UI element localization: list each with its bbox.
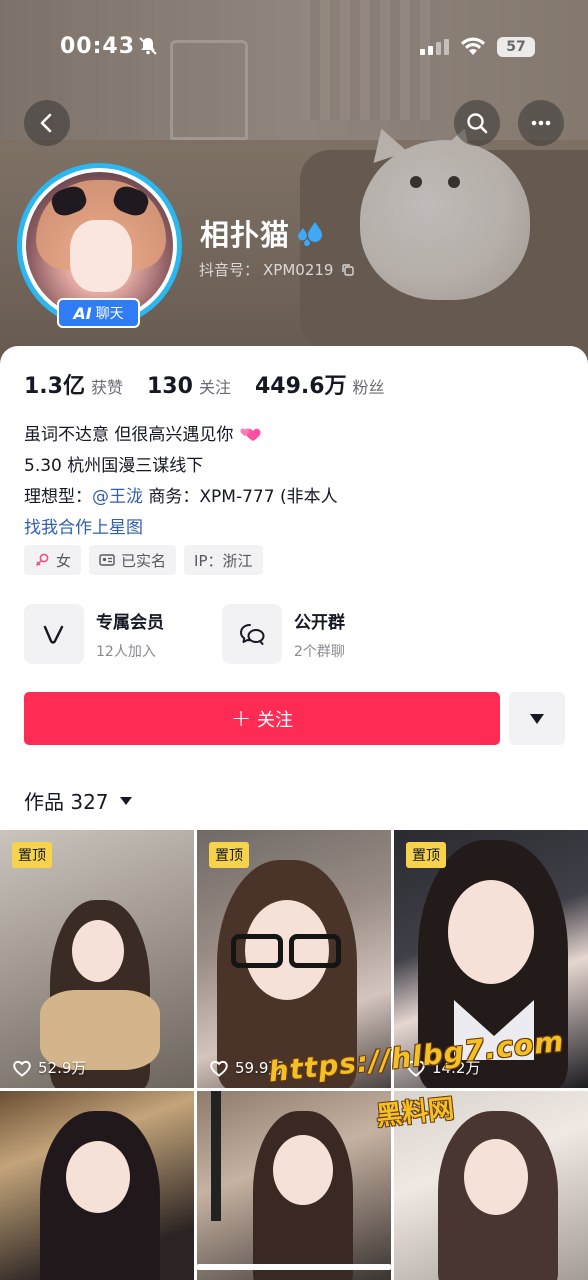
account-id-row: 抖音号： XPM0219 xyxy=(199,259,355,280)
tag-verified: 已实名 xyxy=(89,545,177,575)
stat-followers[interactable]: 449.6万 粉丝 xyxy=(255,368,385,400)
bio-line-3-prefix: 理想型： xyxy=(24,487,92,507)
ai-badge-label: 聊天 xyxy=(95,306,124,322)
more-options-button[interactable] xyxy=(518,100,564,146)
heart-outline-icon xyxy=(13,1060,31,1077)
like-count: 52.9万 xyxy=(12,1057,86,1078)
stat-value: 1.3亿 xyxy=(24,374,85,399)
search-icon xyxy=(467,113,488,134)
tag-label: IP：浙江 xyxy=(194,551,253,570)
vip-v-icon xyxy=(43,625,64,644)
follow-button[interactable]: + 关注 xyxy=(24,692,500,745)
star-map-link[interactable]: 找我合作上星图 xyxy=(24,513,338,544)
more-dots-icon xyxy=(531,120,551,126)
caret-down-icon xyxy=(119,796,132,805)
feature-title: 专属会员 xyxy=(96,612,164,633)
public-group-entry[interactable]: 公开群 2个群聊 xyxy=(222,604,345,664)
account-id: XPM0219 xyxy=(263,260,334,279)
stat-value: 449.6万 xyxy=(254,374,347,399)
mute-bell-icon xyxy=(139,37,157,55)
id-card-icon xyxy=(99,554,115,566)
stat-label: 关注 xyxy=(198,378,231,397)
tag-ip-location: IP：浙江 xyxy=(184,545,263,575)
profile-tags: 女 已实名 IP：浙江 xyxy=(24,545,263,575)
bio-mention-link[interactable]: @王泷 xyxy=(92,487,143,507)
caret-down-icon xyxy=(530,713,544,724)
sweat-droplets-icon xyxy=(298,222,322,246)
feature-subtitle: 2个群聊 xyxy=(294,643,345,660)
ai-badge-prefix: AI xyxy=(73,303,92,323)
follow-label: 关注 xyxy=(257,709,294,731)
wifi-icon xyxy=(461,37,485,55)
profile-name: 相扑猫 xyxy=(200,218,291,252)
stat-label: 获赞 xyxy=(90,378,123,397)
like-count-value: 52.9万 xyxy=(38,1059,87,1077)
feature-title: 公开群 xyxy=(294,612,345,633)
feature-subtitle: 12人加入 xyxy=(96,643,156,660)
works-tab[interactable]: 作品 327 xyxy=(24,786,133,815)
works-label: 作品 xyxy=(24,790,64,814)
profile-bio: 虽词不达意 但很高兴遇见你 5.30 杭州国漫三谋线下 理想型：@王泷 商务：X… xyxy=(24,420,338,544)
search-button[interactable] xyxy=(454,100,500,146)
stat-label: 粉丝 xyxy=(352,378,385,397)
status-time: 00:43 xyxy=(60,34,136,59)
home-indicator xyxy=(196,1264,392,1270)
pinned-badge: 置顶 xyxy=(12,842,52,868)
back-button[interactable] xyxy=(24,100,70,146)
tag-gender: 女 xyxy=(24,545,82,575)
pinned-badge: 置顶 xyxy=(209,842,249,868)
exclusive-membership-entry[interactable]: 专属会员 12人加入 xyxy=(24,604,164,664)
chat-bubbles-icon xyxy=(240,624,265,645)
bio-line-3-suffix: 商务：XPM-777 (非本人 xyxy=(143,487,338,507)
stat-following[interactable]: 130 关注 xyxy=(147,374,231,399)
watermark-name: 黑料网 xyxy=(374,1093,456,1132)
plus-icon: + xyxy=(230,703,252,732)
stat-likes: 1.3亿 获赞 xyxy=(24,368,123,400)
stat-value: 130 xyxy=(147,374,193,399)
profile-stats: 1.3亿 获赞 130 关注 449.6万 粉丝 xyxy=(24,368,409,400)
chevron-left-icon xyxy=(40,113,52,133)
bio-line-2: 5.30 杭州国漫三谋线下 xyxy=(24,456,204,476)
account-id-label: 抖音号： xyxy=(199,261,260,279)
bio-line-1: 虽词不达意 但很高兴遇见你 xyxy=(24,425,234,445)
watermark-overlay: https://hlbg7.com 黑料网 xyxy=(267,1025,568,1140)
feature-icon-box xyxy=(24,604,84,664)
pinned-badge: 置顶 xyxy=(406,842,446,868)
two-hearts-icon xyxy=(240,428,261,441)
video-thumbnail[interactable]: 置顶 52.9万 xyxy=(0,830,194,1088)
female-icon xyxy=(35,553,49,567)
feature-icon-box xyxy=(222,604,282,664)
copy-icon[interactable] xyxy=(341,263,355,277)
ai-chat-badge[interactable]: AI 聊天 xyxy=(57,298,140,328)
cellular-signal-icon xyxy=(420,39,449,55)
recommend-dropdown-button[interactable] xyxy=(509,692,565,745)
tag-label: 已实名 xyxy=(121,551,167,570)
battery-indicator: 57 xyxy=(497,37,535,57)
video-thumbnail[interactable] xyxy=(0,1091,194,1280)
works-count: 327 xyxy=(70,790,109,814)
heart-outline-icon xyxy=(210,1060,228,1077)
tag-label: 女 xyxy=(56,551,72,570)
status-bar: 00:43 57 xyxy=(0,0,588,96)
